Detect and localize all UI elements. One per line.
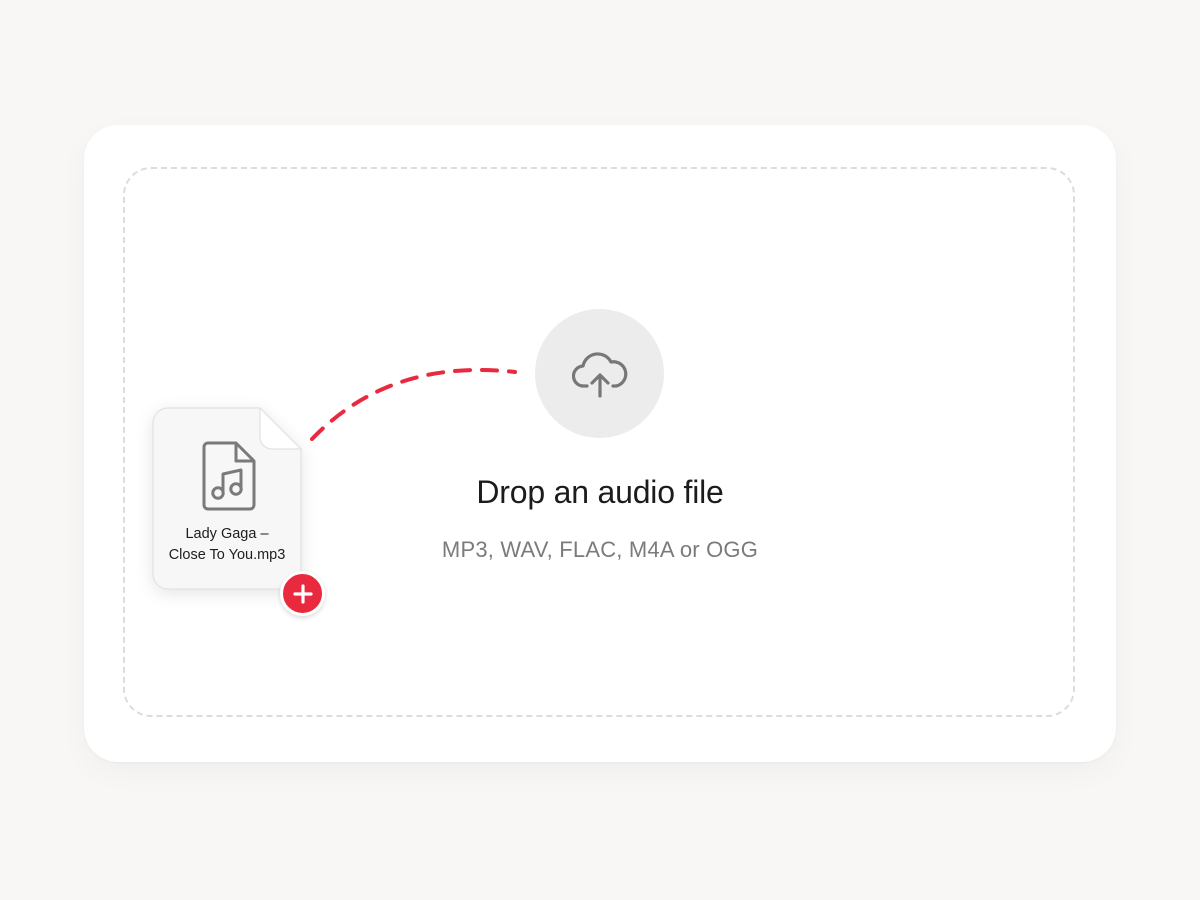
file-name-line-1: Lady Gaga – <box>185 526 269 542</box>
music-file-icon <box>202 441 256 511</box>
file-name-line-2: Close To You.mp3 <box>168 547 286 563</box>
dragged-file-card[interactable]: Lady Gaga – Close To You.mp3 <box>152 407 302 590</box>
file-name: Lady Gaga – Close To You.mp3 <box>152 524 302 566</box>
cloud-upload-icon <box>571 351 627 398</box>
plus-icon <box>292 583 313 604</box>
add-file-badge <box>280 571 325 616</box>
upload-screen: Drop an audio file MP3, WAV, FLAC, M4A o… <box>0 0 1200 900</box>
upload-button[interactable] <box>535 309 664 438</box>
